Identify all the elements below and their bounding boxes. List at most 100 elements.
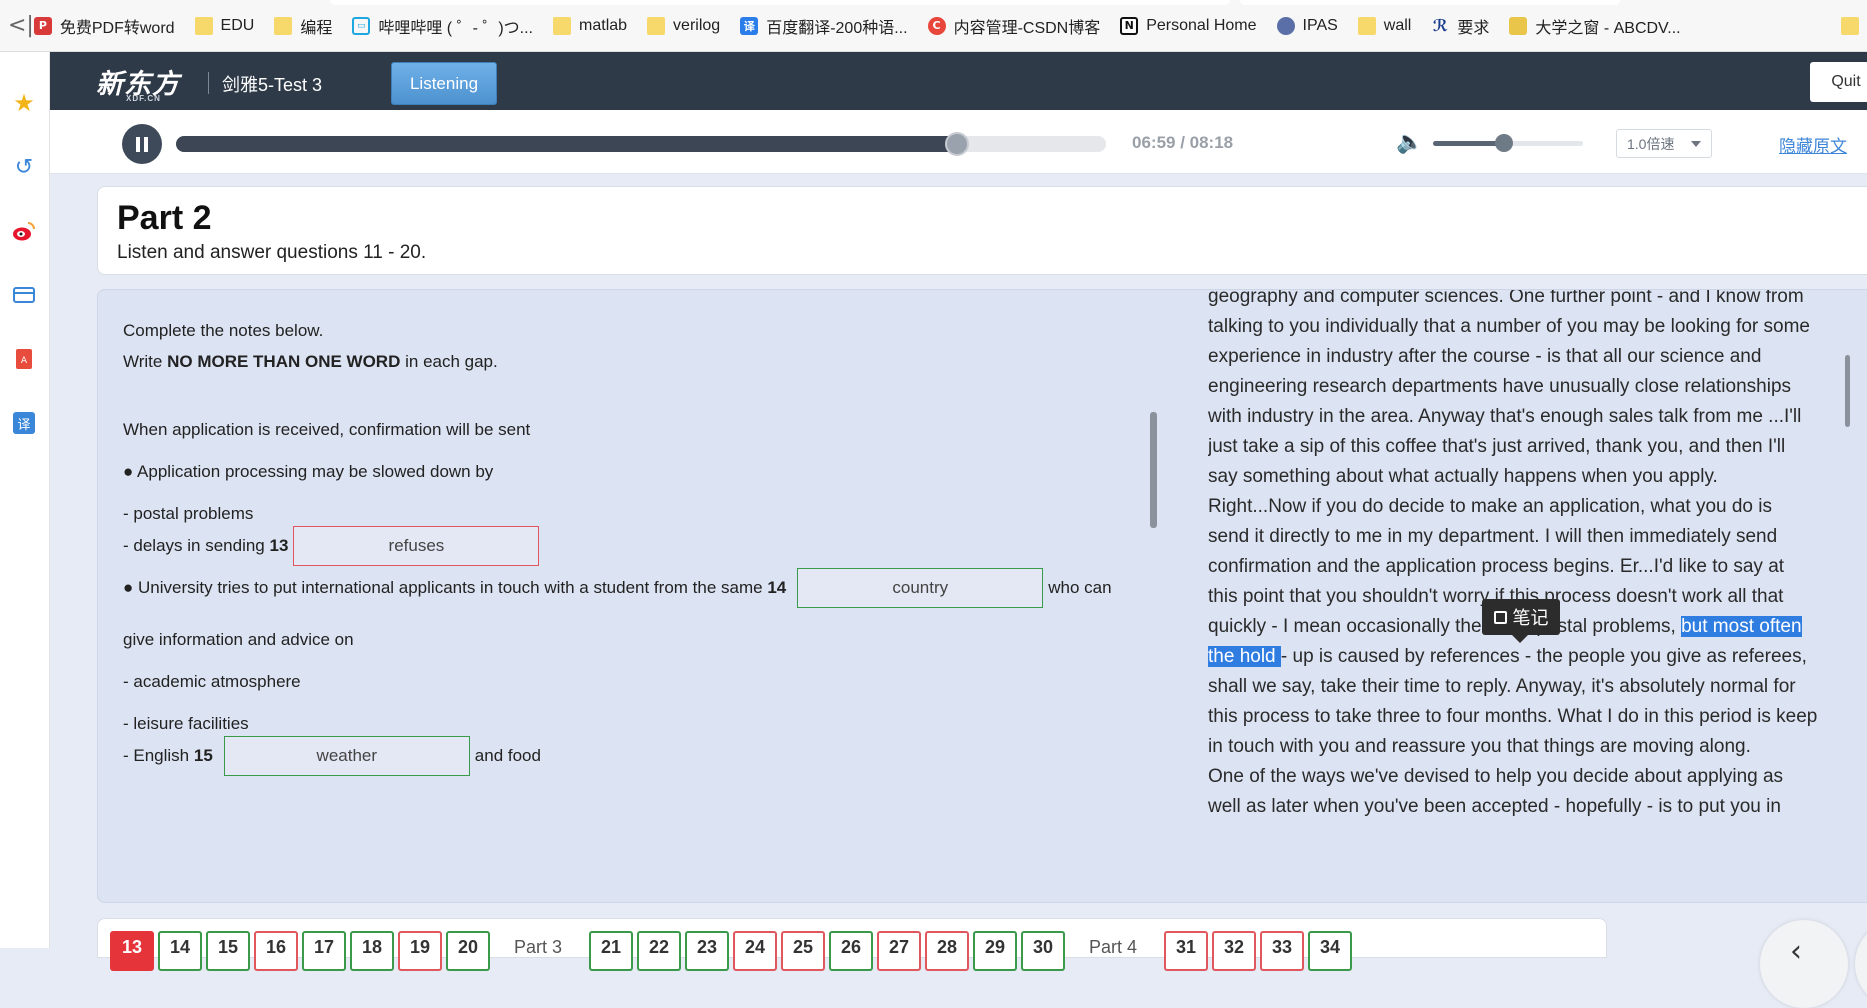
question-nav-14[interactable]: 14 bbox=[158, 931, 202, 971]
bookmark-item[interactable]: ▭ 哔哩哔哩 ( ゜- ゜)つ... bbox=[352, 14, 533, 38]
pause-icon bbox=[136, 136, 140, 152]
speed-value: 1.0倍速 bbox=[1627, 135, 1675, 152]
app-sidebar: ★ ↺ A 译 bbox=[0, 52, 50, 948]
previous-question-button[interactable]: ‹ bbox=[1760, 920, 1848, 1008]
note-line: - postal problems bbox=[123, 504, 254, 523]
note-line: - leisure facilities bbox=[123, 714, 249, 733]
bookmark-item[interactable]: ℛ 要求 bbox=[1431, 14, 1490, 38]
popup-pointer bbox=[1512, 635, 1528, 643]
question-nav-18[interactable]: 18 bbox=[350, 931, 394, 971]
question-nav-25[interactable]: 25 bbox=[781, 931, 825, 971]
hide-transcript-link[interactable]: 隐藏原文 bbox=[1779, 132, 1847, 157]
question-nav-29[interactable]: 29 bbox=[973, 931, 1017, 971]
chevron-down-icon bbox=[1691, 141, 1701, 147]
question-nav-27[interactable]: 27 bbox=[877, 931, 921, 971]
star-icon[interactable]: ★ bbox=[11, 89, 37, 117]
question-nav-31[interactable]: 31 bbox=[1164, 931, 1208, 971]
card-icon[interactable] bbox=[11, 282, 37, 308]
question-nav-21[interactable]: 21 bbox=[589, 931, 633, 971]
transcript-panel: geography and computer sciences. One fur… bbox=[1208, 290, 1818, 902]
question-nav-20[interactable]: 20 bbox=[446, 931, 490, 971]
volume-icon[interactable]: 🔈 bbox=[1396, 130, 1423, 155]
questions-panel: Complete the notes below. Write NO MORE … bbox=[123, 290, 1243, 902]
svg-text:A: A bbox=[21, 356, 28, 366]
folder-icon bbox=[553, 16, 572, 35]
pause-button[interactable] bbox=[122, 124, 162, 164]
bookmark-item[interactable]: matlab bbox=[553, 16, 627, 35]
translate-icon: 译 bbox=[740, 16, 759, 35]
volume-slider[interactable] bbox=[1433, 134, 1583, 152]
question-nav-19[interactable]: 19 bbox=[398, 931, 442, 971]
quit-button[interactable]: Quit bbox=[1810, 62, 1867, 102]
bookmark-item[interactable]: C 内容管理-CSDN博客 bbox=[927, 14, 1100, 38]
requirement-icon: ℛ bbox=[1432, 16, 1448, 35]
next-question-button[interactable]: › bbox=[1855, 920, 1867, 1008]
audio-time: 06:59 / 08:18 bbox=[1132, 133, 1234, 152]
question-nav-24[interactable]: 24 bbox=[733, 931, 777, 971]
add-note-popup[interactable]: 笔记 bbox=[1482, 599, 1560, 643]
image-icon bbox=[1509, 16, 1528, 35]
question-nav-23[interactable]: 23 bbox=[685, 931, 729, 971]
speed-select[interactable]: 1.0倍速 bbox=[1616, 129, 1712, 158]
question-13: - delays in sending 13 refuses bbox=[123, 526, 544, 566]
bookmark-item[interactable]: 译百度翻译-200种语... bbox=[740, 14, 908, 38]
bookmark-item[interactable]: 大学之窗 - ABCDV... bbox=[1509, 14, 1681, 38]
test-title: 剑雅5-Test 3 bbox=[222, 75, 323, 95]
notion-icon: N bbox=[1120, 16, 1139, 35]
browser-tab-strip bbox=[330, 0, 1230, 5]
pdf-tool-icon[interactable]: A bbox=[11, 346, 37, 372]
note-line: ● Application processing may be slowed d… bbox=[123, 462, 494, 481]
bookmark-item[interactable]: 编程 bbox=[274, 14, 332, 38]
exam-header: 新东方 XDF.CN 剑雅5-Test 3 Listening Quit bbox=[50, 52, 1867, 110]
pdf-icon: P bbox=[33, 16, 52, 35]
question-nav-30[interactable]: 30 bbox=[1021, 931, 1065, 971]
question-nav-17[interactable]: 17 bbox=[302, 931, 346, 971]
folder-icon bbox=[274, 16, 293, 35]
bookmark-item[interactable]: IPAS bbox=[1276, 16, 1338, 35]
answer-field-13[interactable]: refuses bbox=[293, 526, 540, 566]
answer-field-14[interactable]: country bbox=[797, 568, 1044, 608]
audio-progress-bar[interactable] bbox=[176, 132, 1106, 156]
questions-scrollbar[interactable] bbox=[1150, 412, 1157, 528]
question-nav-16[interactable]: 16 bbox=[254, 931, 298, 971]
question-nav-33[interactable]: 33 bbox=[1260, 931, 1304, 971]
tab-listening[interactable]: Listening bbox=[391, 62, 497, 105]
question-nav-13[interactable]: 13 bbox=[110, 931, 154, 971]
question-nav-28[interactable]: 28 bbox=[925, 931, 969, 971]
question-nav-34[interactable]: 34 bbox=[1308, 931, 1352, 971]
transcript-paragraph: geography and computer sciences. One fur… bbox=[1208, 290, 1810, 487]
question-number: 13 bbox=[269, 536, 289, 555]
answer-field-15[interactable]: weather bbox=[223, 736, 470, 776]
bilibili-icon: ▭ bbox=[352, 16, 371, 35]
bookmark-item[interactable]: 其他 bbox=[1840, 14, 1867, 38]
audio-progress-handle[interactable] bbox=[945, 132, 970, 156]
audio-progress-fill bbox=[176, 136, 958, 152]
history-icon[interactable]: ↺ bbox=[11, 154, 37, 180]
volume-handle[interactable] bbox=[1494, 134, 1513, 152]
bookmark-item[interactable]: EDU bbox=[194, 16, 254, 35]
bookmarks-back-icon[interactable]: <| bbox=[8, 13, 34, 38]
bookmark-item[interactable]: P 免费PDF转word bbox=[33, 14, 175, 38]
bookmark-item[interactable]: wall bbox=[1357, 16, 1411, 35]
question-nav-22[interactable]: 22 bbox=[637, 931, 681, 971]
bookmarks-bar: <| P 免费PDF转word EDU 编程 ▭ 哔哩哔哩 ( ゜- ゜)つ... … bbox=[0, 0, 1867, 52]
note-line: give information and advice on bbox=[123, 630, 354, 649]
volume-fill bbox=[1433, 141, 1504, 146]
bookmark-item[interactable]: N Personal Home bbox=[1120, 16, 1257, 35]
xdf-logo-sub: XDF.CN bbox=[126, 94, 161, 103]
question-nav-32[interactable]: 32 bbox=[1212, 931, 1256, 971]
bookmark-item[interactable]: verilog bbox=[647, 16, 720, 35]
translate-tool-icon[interactable]: 译 bbox=[11, 410, 37, 436]
question-nav-26[interactable]: 26 bbox=[829, 931, 873, 971]
chevron-left-icon: ‹ bbox=[1790, 934, 1802, 969]
csdn-icon: C bbox=[927, 16, 946, 35]
weibo-icon[interactable] bbox=[11, 218, 37, 244]
transcript-scrollbar[interactable] bbox=[1845, 355, 1850, 427]
instruction-text: Complete the notes below. bbox=[123, 321, 324, 340]
header-divider bbox=[208, 72, 209, 94]
folder-icon bbox=[647, 16, 666, 35]
folder-icon bbox=[1840, 16, 1859, 35]
question-nav-15[interactable]: 15 bbox=[206, 931, 250, 971]
globe-icon bbox=[1276, 16, 1295, 35]
note-line: When application is received, confirmati… bbox=[123, 420, 531, 439]
